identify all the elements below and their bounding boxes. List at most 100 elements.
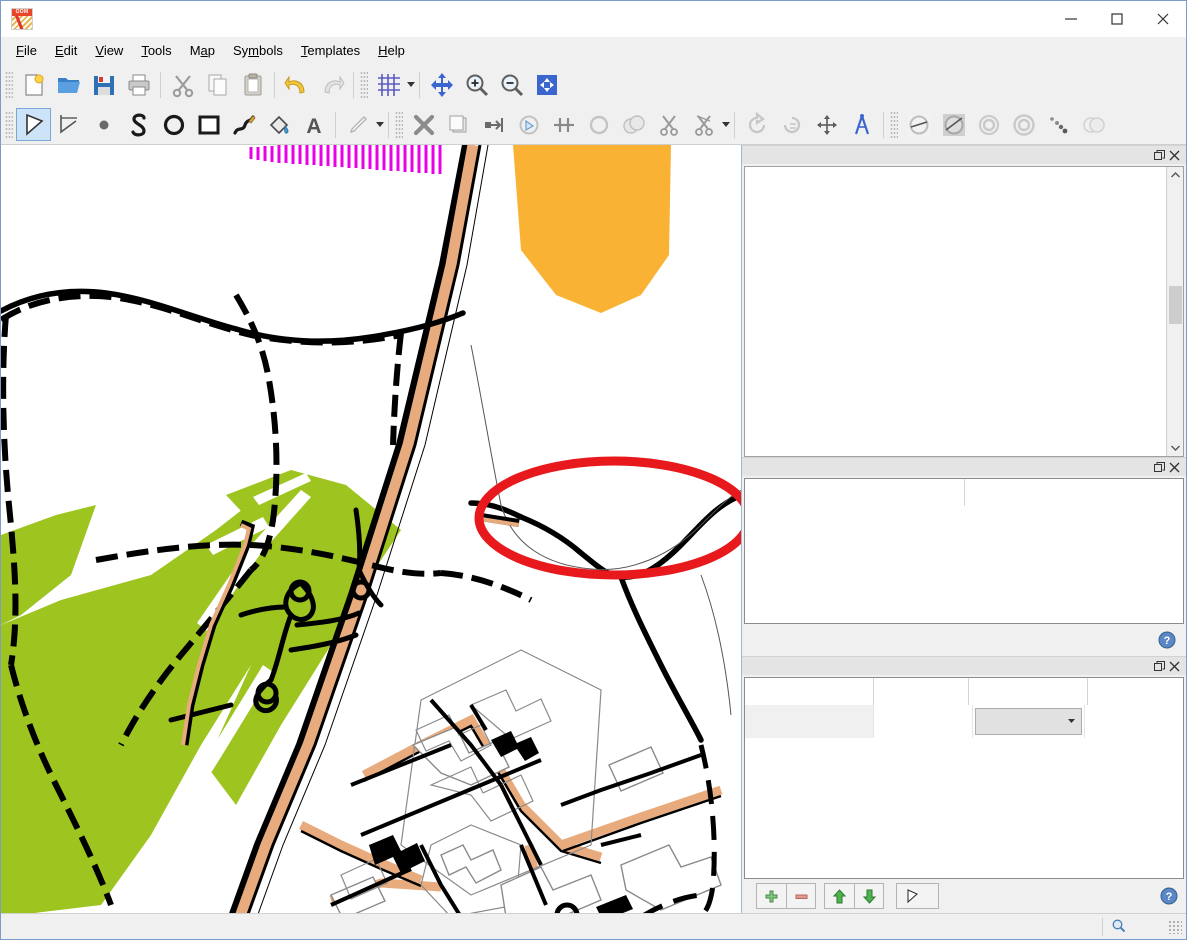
zoom-out-icon[interactable] [494,68,529,101]
circle-outline-icon[interactable] [156,108,191,141]
tag-selector-table[interactable] [744,677,1184,879]
tag-editor-close-icon[interactable] [1167,460,1182,475]
help-question-icon[interactable]: ? [1158,631,1176,649]
chevron-up-icon[interactable] [1167,167,1184,184]
arrow-down-green-icon[interactable] [854,883,884,909]
switch-symbol-icon[interactable] [476,108,511,141]
cell-comparison[interactable] [973,705,1086,738]
cell-key[interactable] [874,705,973,738]
undo-arrow-icon[interactable] [279,68,314,101]
union-shapes-icon[interactable] [616,108,651,141]
rotate-pattern-icon[interactable] [774,108,809,141]
symbols-grid[interactable] [745,167,1166,456]
maximize-icon[interactable] [1094,1,1140,37]
symbols-scrollbar[interactable] [1166,167,1183,456]
menu-templates[interactable]: Templates [292,39,369,62]
line-style-dropdown-arrow-icon[interactable] [376,122,384,127]
minimize-icon[interactable] [1048,1,1094,37]
fit-to-window-icon[interactable] [529,68,564,101]
tag-selector-float-icon[interactable] [1152,659,1167,674]
map-canvas[interactable] [1,145,742,913]
floppy-save-icon[interactable] [86,68,121,101]
scissors-area-icon[interactable] [686,108,721,141]
distribute-dots-icon[interactable] [1041,108,1076,141]
grid-dropdown-arrow-icon[interactable] [407,82,415,87]
tag-selector-col-key[interactable] [873,678,970,705]
text-a-icon[interactable]: A [296,108,331,141]
clipboard-paste-icon[interactable] [235,68,270,101]
zoom-in-icon[interactable] [459,68,494,101]
rectangle-icon[interactable] [191,108,226,141]
tag-editor-float-icon[interactable] [1152,460,1167,475]
symbols-float-icon[interactable] [1152,148,1167,163]
rotate-cw-icon[interactable] [739,108,774,141]
tag-selector-close-icon[interactable] [1167,659,1182,674]
symbols-scroll-track[interactable] [1166,184,1183,439]
add-plus-icon[interactable] [756,883,786,909]
pencil-squiggle-icon[interactable] [226,108,261,141]
delete-x-icon[interactable] [406,108,441,141]
remove-minus-icon[interactable] [786,883,816,909]
symbols-scroll-thumb[interactable] [1168,286,1182,324]
toolbar-grip[interactable] [5,110,13,139]
menu-tools[interactable]: Tools [132,39,180,62]
circle-cut-icon[interactable] [581,108,616,141]
folder-open-icon[interactable] [51,68,86,101]
cell-relation[interactable] [745,705,874,738]
copy-icon[interactable] [200,68,235,101]
printer-icon[interactable] [121,68,156,101]
tag-selector-col-comparison[interactable] [969,678,1089,705]
symbols-grid-container[interactable] [744,166,1184,457]
menu-edit[interactable]: Edit [46,39,86,62]
compass-measure-icon[interactable] [844,108,879,141]
scissors-icon[interactable] [165,68,200,101]
select-button[interactable] [896,883,939,909]
menu-file[interactable]: File [7,39,46,62]
redo-arrow-icon[interactable] [314,68,349,101]
duplicate-pages-icon[interactable] [441,108,476,141]
scale-arrows-icon[interactable] [809,108,844,141]
pencil-thin-icon[interactable] [340,108,375,141]
tag-editor-col-value[interactable] [964,479,1183,506]
menu-map[interactable]: Map [181,39,224,62]
merge-holes-icon[interactable] [1006,108,1041,141]
cut-dropdown-arrow-icon[interactable] [722,122,730,127]
tag-editor-col-key[interactable] [745,479,965,506]
cursor-arrow-icon[interactable] [16,108,51,141]
chevron-down-icon[interactable] [1066,714,1077,729]
shape-difference-icon[interactable] [901,108,936,141]
menu-view[interactable]: View [86,39,132,62]
toolbar-grip[interactable] [395,110,403,139]
resize-grip-icon[interactable] [1168,919,1182,934]
symbols-dock-titlebar [742,145,1186,164]
menu-help[interactable]: Help [369,39,414,62]
toolbar-grip[interactable] [5,70,13,99]
help-question-icon[interactable]: ? [1160,887,1178,905]
tag-selector-col-relation[interactable] [745,678,874,705]
arrow-up-green-icon[interactable] [824,883,854,909]
unite-shapes-icon[interactable] [1076,108,1111,141]
tag-editor-table[interactable] [744,478,1184,624]
dash-direction-icon[interactable] [511,108,546,141]
chevron-down-icon[interactable] [1167,439,1184,456]
shape-intersect-icon[interactable] [971,108,1006,141]
toolbar-grip[interactable] [360,70,368,99]
symbols-close-icon[interactable] [1167,148,1182,163]
point-dot-icon[interactable] [86,108,121,141]
shape-xor-icon[interactable] [936,108,971,141]
scissors-cut-icon[interactable] [651,108,686,141]
comparison-dropdown[interactable] [974,708,1083,735]
cell-value[interactable] [1085,705,1183,738]
new-map-button[interactable] [16,68,51,101]
toolbar-grip[interactable] [890,110,898,139]
line-edit-icon[interactable] [51,108,86,141]
menu-symbols[interactable]: Symbols [224,39,292,62]
table-row[interactable] [745,705,1183,738]
pan-move-icon[interactable] [424,68,459,101]
s-curve-icon[interactable] [121,108,156,141]
connect-paths-icon[interactable] [546,108,581,141]
tag-selector-col-value[interactable] [1088,678,1183,705]
grid-icon[interactable] [371,68,406,101]
paint-bucket-icon[interactable] [261,108,296,141]
close-icon[interactable] [1140,1,1186,37]
